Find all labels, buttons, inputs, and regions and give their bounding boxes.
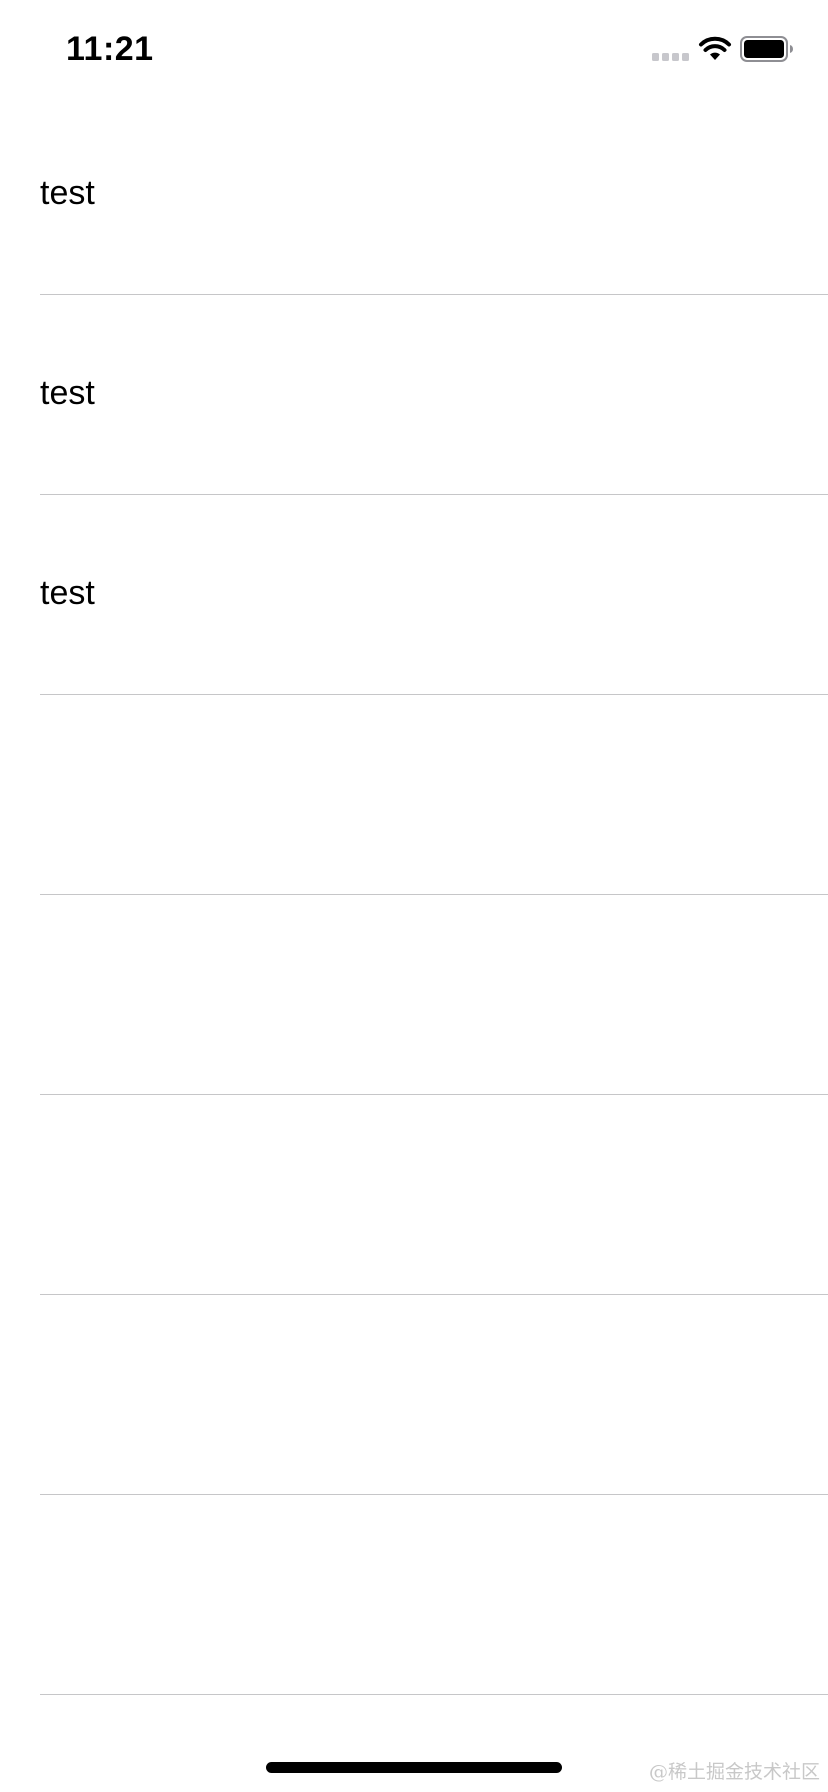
watermark: @稀土掘金技术社区 (648, 1761, 820, 1783)
home-indicator[interactable] (266, 1762, 562, 1773)
table-row[interactable]: test (0, 295, 828, 495)
row-label: test (40, 174, 95, 212)
cellular-signal-icon (652, 53, 689, 61)
table-row[interactable] (0, 1495, 828, 1695)
table-row[interactable] (0, 695, 828, 895)
table-row[interactable] (0, 1095, 828, 1295)
status-time: 11:21 (66, 30, 154, 68)
table-view[interactable]: test test test (0, 95, 828, 1695)
row-label: test (40, 574, 95, 612)
wifi-icon (699, 36, 731, 60)
table-row[interactable]: test (0, 495, 828, 695)
table-row[interactable] (0, 895, 828, 1095)
table-row[interactable] (0, 1295, 828, 1495)
row-label: test (40, 374, 95, 412)
status-bar: 11:21 (0, 0, 828, 100)
battery-icon (740, 36, 793, 62)
table-row[interactable]: test (0, 95, 828, 295)
